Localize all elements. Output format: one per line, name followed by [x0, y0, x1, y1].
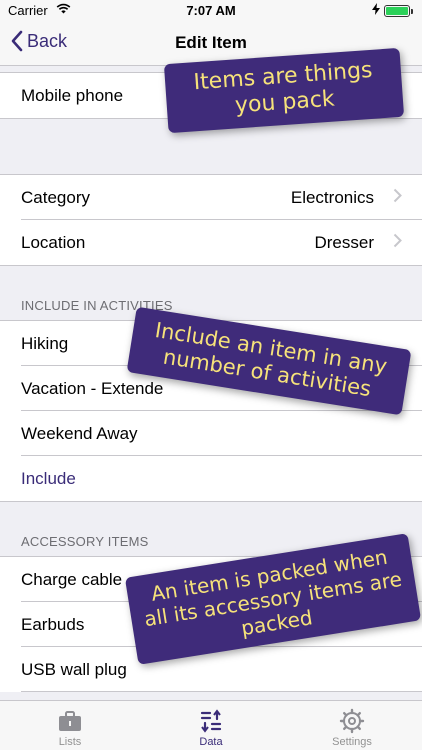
tab-label: Data: [199, 736, 223, 748]
category-label: Category: [21, 188, 90, 207]
location-label: Location: [21, 233, 86, 252]
battery-icon: [384, 5, 413, 17]
gear-icon: [339, 708, 365, 734]
accessories-section-header: ACCESSORY ITEMS: [21, 534, 149, 549]
location-row[interactable]: Location Dresser: [0, 220, 422, 265]
tab-data[interactable]: Data: [141, 701, 281, 750]
status-bar: Carrier 7:07 AM: [0, 0, 422, 20]
activity-row-weekend-away[interactable]: Weekend Away: [0, 411, 422, 456]
location-value: Dresser: [314, 233, 374, 252]
clock: 7:07 AM: [186, 3, 236, 18]
include-activity-button[interactable]: Include: [0, 456, 422, 501]
chevron-right-icon: [393, 186, 402, 209]
tab-label: Lists: [58, 736, 82, 748]
accessory-row-usb-wall-plug[interactable]: USB wall plug: [0, 647, 422, 692]
tab-bar: Lists Data Settings: [0, 700, 422, 750]
item-name-text: Mobile phone: [21, 86, 124, 105]
suitcase-icon: [57, 708, 83, 734]
chevron-right-icon: [393, 231, 402, 254]
category-row[interactable]: Category Electronics: [0, 175, 422, 220]
include-label: Include: [21, 469, 76, 488]
activity-label: Weekend Away: [21, 424, 138, 443]
tab-label: Settings: [332, 736, 372, 748]
charging-icon: [372, 3, 380, 18]
activity-label: Hiking: [21, 334, 69, 353]
accessory-label: Charge cable: [21, 570, 123, 589]
category-value: Electronics: [290, 188, 374, 207]
tab-lists[interactable]: Lists: [0, 701, 140, 750]
accessory-label: Earbuds: [21, 615, 85, 634]
data-list-icon: [198, 708, 224, 734]
tab-settings[interactable]: Settings: [282, 701, 422, 750]
accessory-label: USB wall plug: [21, 660, 127, 679]
activity-label: Vacation - Extende: [21, 379, 164, 398]
